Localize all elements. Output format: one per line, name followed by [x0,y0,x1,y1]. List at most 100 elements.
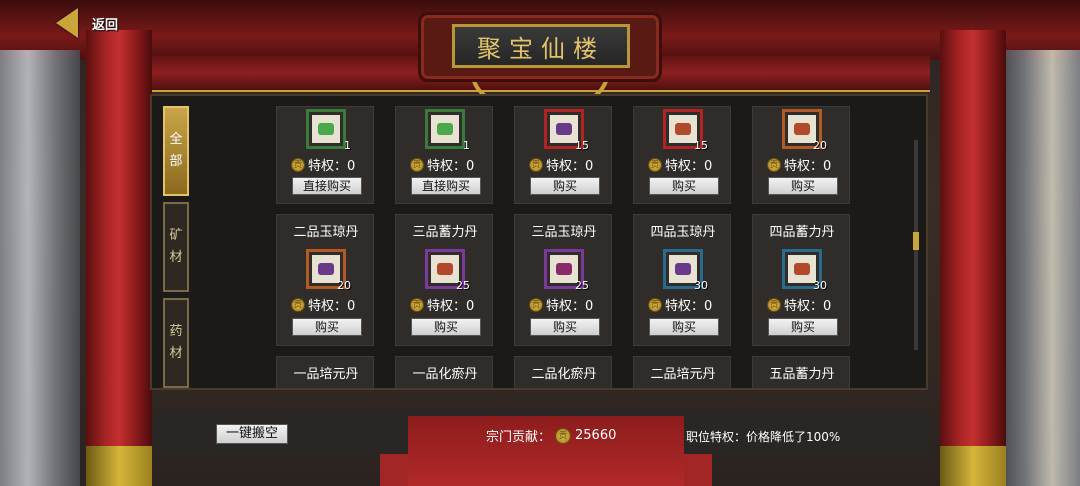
privilege-text: 特权：0 [546,299,594,314]
pill-box-icon [318,263,334,275]
cauldron-icon [437,123,453,135]
item-quantity: 15 [575,139,589,152]
item-name: 一品培元丹 [293,367,359,382]
contribution-coin-icon: 贡 [648,297,662,312]
privilege-row: 贡 特权：0 [767,155,831,174]
item-quantity: 20 [813,139,827,152]
tab-herb-label: 药 材 [169,324,183,361]
item-card: 三品蓄力丹 25 贡 特权：0 购买 [395,214,493,346]
item-slot[interactable]: 20 [306,249,351,292]
privilege-row: 贡 特权：0 [648,155,712,174]
pill-box-icon [675,263,691,275]
right-pillar [940,30,1006,486]
privilege-text: 特权：0 [308,299,356,314]
item-quantity: 30 [694,279,708,292]
privilege-row: 贡 特权：0 [529,155,593,174]
privilege-row: 贡 特权：0 [410,295,474,314]
privilege-row: 贡 特权：0 [648,295,712,314]
left-pillar [86,30,152,486]
right-curtain [1000,50,1080,486]
direct-buy-button[interactable]: 直接购买 [411,177,481,195]
pill-box-icon [794,263,810,275]
item-card: 二品化瘀丹 [514,356,612,388]
item-slot[interactable]: 1 [306,109,351,152]
item-slot[interactable]: 15 [663,109,708,152]
item-quantity: 30 [813,279,827,292]
buy-button[interactable]: 购买 [292,318,362,336]
buy-button[interactable]: 购买 [768,318,838,336]
buy-button[interactable]: 购买 [649,318,719,336]
tab-ore[interactable]: 矿 材 [163,202,189,292]
back-arrow-icon [56,8,78,38]
item-slot[interactable]: 30 [782,249,827,292]
pill-box-icon [556,263,572,275]
contribution-coin-icon: 贡 [529,157,543,172]
item-slot[interactable]: 25 [544,249,589,292]
item-card: 二品培元丹 [633,356,731,388]
item-name: 三品玉琼丹 [531,225,597,240]
item-card: 15 贡 特权：0 购买 [514,106,612,204]
privilege-text: 特权：0 [784,159,832,174]
item-card: 五品蓄力丹 [752,356,850,388]
empty-all-button[interactable]: 一键搬空 [216,424,288,444]
privilege-row: 贡 特权：0 [410,155,474,174]
contribution-display: 宗门贡献： 贡 25660 [486,426,616,445]
buy-button[interactable]: 购买 [530,318,600,336]
cauldron-icon [318,123,334,135]
item-quantity: 25 [575,279,589,292]
left-curtain [0,50,80,486]
buy-button[interactable]: 购买 [530,177,600,195]
back-button[interactable]: 返回 [56,8,118,38]
item-card: 三品玉琼丹 25 贡 特权：0 购买 [514,214,612,346]
item-quantity: 25 [456,279,470,292]
item-slot[interactable]: 20 [782,109,827,152]
buy-button[interactable]: 购买 [768,177,838,195]
tab-all-label: 全 部 [169,132,183,169]
contribution-label: 宗门贡献： [486,430,552,445]
buy-button[interactable]: 购买 [649,177,719,195]
buy-button[interactable]: 购买 [411,318,481,336]
privilege-text: 特权：0 [546,159,594,174]
tab-herb[interactable]: 药 材 [163,298,189,388]
contribution-coin-icon: 贡 [767,297,781,312]
privilege-text: 特权：0 [665,159,713,174]
position-perk-text: 职位特权：价格降低了100% [686,430,841,444]
item-quantity: 20 [337,279,351,292]
item-card: 15 贡 特权：0 购买 [633,106,731,204]
item-card: 1 贡 特权：0 直接购买 [395,106,493,204]
item-slot[interactable]: 30 [663,249,708,292]
item-quantity: 1 [463,139,470,152]
scrollbar[interactable] [913,140,919,350]
item-name: 五品蓄力丹 [769,367,835,382]
pill-box-icon [675,123,691,135]
item-slot[interactable]: 25 [425,249,470,292]
privilege-text: 特权：0 [784,299,832,314]
pill-box-icon [437,263,453,275]
item-card: 二品玉琼丹 20 贡 特权：0 购买 [276,214,374,346]
item-slot[interactable]: 1 [425,109,470,152]
item-name: 一品化瘀丹 [412,367,478,382]
contribution-coin-icon: 贡 [410,297,424,312]
item-grid[interactable]: 1 贡 特权：0 直接购买 1 贡 特权：0 直接购买 15 贡 特权：0 购买 [200,106,920,388]
item-card: 一品培元丹 [276,356,374,388]
contribution-coin-icon: 贡 [648,157,662,172]
privilege-text: 特权：0 [308,159,356,174]
pill-box-icon [794,123,810,135]
contribution-coin-icon: 贡 [410,157,424,172]
privilege-row: 贡 特权：0 [529,295,593,314]
item-slot[interactable]: 15 [544,109,589,152]
scroll-thumb[interactable] [913,232,919,250]
item-card: 1 贡 特权：0 直接购买 [276,106,374,204]
privilege-row: 贡 特权：0 [291,155,355,174]
contribution-coin-icon: 贡 [291,157,305,172]
privilege-row: 贡 特权：0 [767,295,831,314]
item-quantity: 1 [344,139,351,152]
privilege-text: 特权：0 [665,299,713,314]
pill-box-icon [556,123,572,135]
contribution-coin-icon: 贡 [291,297,305,312]
contribution-value: 25660 [575,428,617,443]
privilege-text: 特权：0 [427,159,475,174]
direct-buy-button[interactable]: 直接购买 [292,177,362,195]
tab-all[interactable]: 全 部 [163,106,189,196]
item-name: 二品培元丹 [650,367,716,382]
